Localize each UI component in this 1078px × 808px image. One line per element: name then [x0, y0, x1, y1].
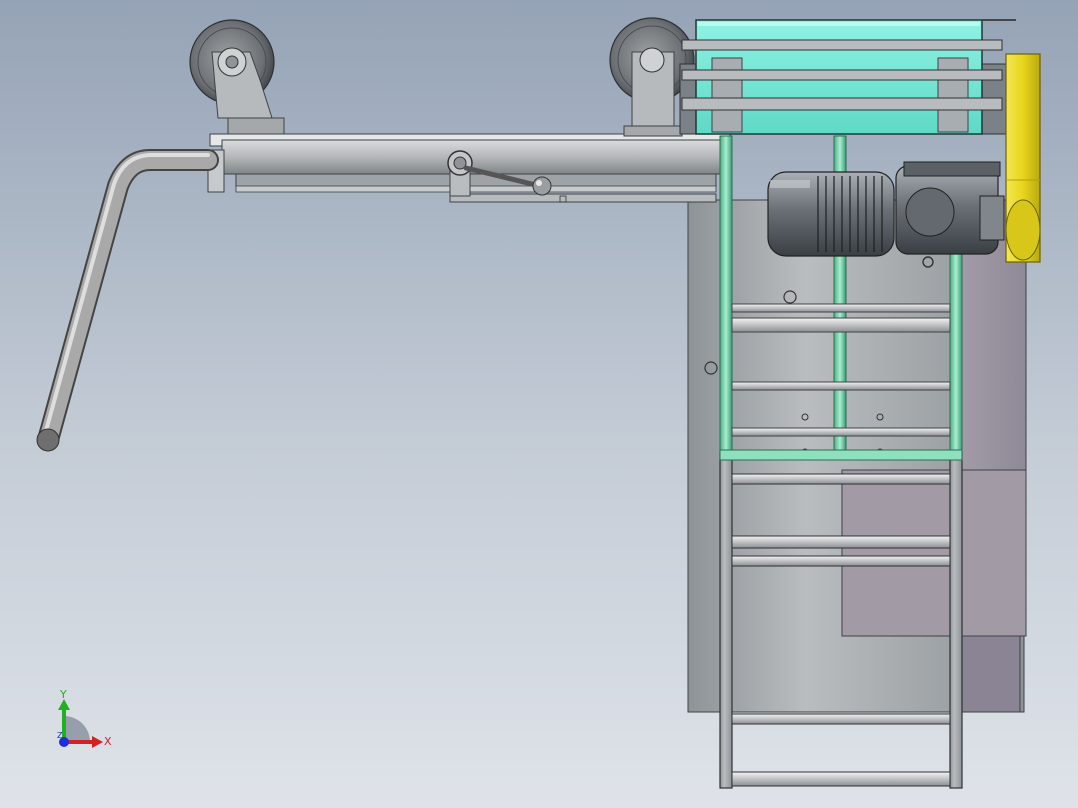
caster-wheel-left	[189, 19, 285, 135]
x-axis-label: X	[104, 735, 112, 748]
gearbox	[895, 161, 1005, 268]
handwheel-crank	[36, 149, 219, 452]
z-axis-label: Z	[57, 731, 63, 740]
cyan-frame-guard	[679, 19, 1016, 135]
cad-drawing: Y X Z	[36, 17, 1041, 789]
yellow-belt-guard	[1005, 53, 1041, 263]
x-axis-head	[92, 736, 103, 748]
y-axis-label: Y	[59, 688, 67, 701]
coordinate-triad: Y X Z	[57, 688, 112, 748]
drive-motor	[767, 171, 895, 257]
cad-viewport[interactable]: Y X Z	[0, 0, 1078, 808]
